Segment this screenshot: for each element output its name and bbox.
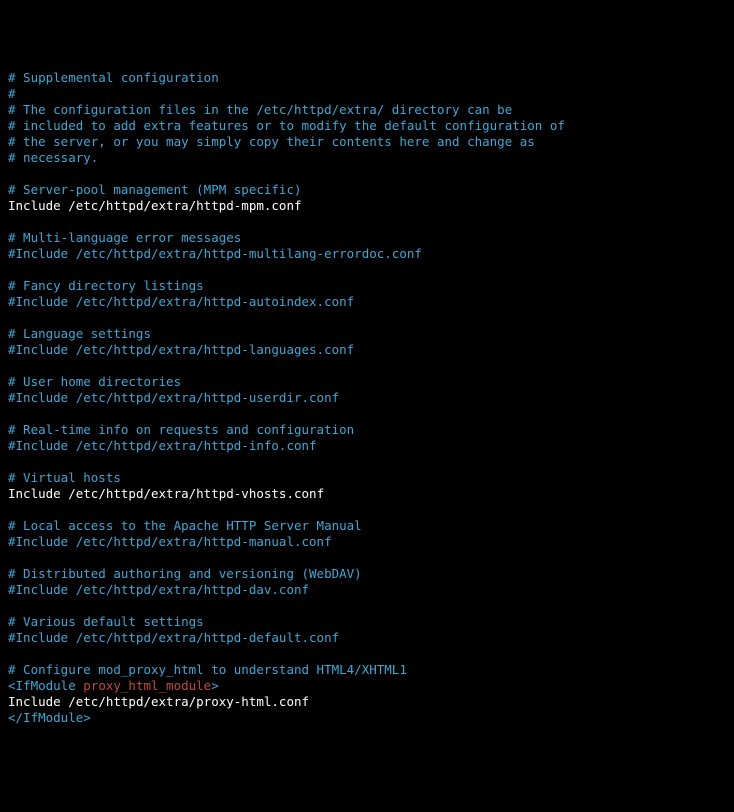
code-line: [8, 406, 726, 422]
code-line: Include /etc/httpd/extra/httpd-vhosts.co…: [8, 486, 726, 502]
code-segment: <IfModule: [8, 678, 83, 693]
code-segment: Include: [8, 198, 68, 213]
code-segment: #Include /etc/httpd/extra/httpd-language…: [8, 342, 354, 357]
code-line: #Include /etc/httpd/extra/httpd-autoinde…: [8, 294, 726, 310]
code-segment: #Include /etc/httpd/extra/httpd-manual.c…: [8, 534, 332, 549]
code-segment: #Include /etc/httpd/extra/httpd-info.con…: [8, 438, 317, 453]
code-line: # Server-pool management (MPM specific): [8, 182, 726, 198]
code-line: [8, 262, 726, 278]
code-segment: Include: [8, 694, 68, 709]
code-segment: #Include /etc/httpd/extra/httpd-default.…: [8, 630, 339, 645]
code-segment: # Fancy directory listings: [8, 278, 204, 293]
code-line: # The configuration files in the /etc/ht…: [8, 102, 726, 118]
code-line: #Include /etc/httpd/extra/httpd-default.…: [8, 630, 726, 646]
code-line: # Supplemental configuration: [8, 70, 726, 86]
code-segment: # Server-pool management (MPM specific): [8, 182, 302, 197]
code-segment: #: [8, 86, 16, 101]
code-line: [8, 166, 726, 182]
code-segment: #Include /etc/httpd/extra/httpd-multilan…: [8, 246, 422, 261]
code-segment: /etc/httpd/extra/proxy-html.conf: [68, 694, 309, 709]
code-segment: # necessary.: [8, 150, 98, 165]
code-line: # Various default settings: [8, 614, 726, 630]
code-segment: # Language settings: [8, 326, 151, 341]
code-segment: # Configure mod_proxy_html to understand…: [8, 662, 407, 677]
code-line: # Language settings: [8, 326, 726, 342]
code-line: #Include /etc/httpd/extra/httpd-userdir.…: [8, 390, 726, 406]
code-line: [8, 598, 726, 614]
code-line: # Local access to the Apache HTTP Server…: [8, 518, 726, 534]
code-segment: #Include /etc/httpd/extra/httpd-autoinde…: [8, 294, 354, 309]
code-line: # Configure mod_proxy_html to understand…: [8, 662, 726, 678]
code-line: #: [8, 86, 726, 102]
code-segment: >: [211, 678, 219, 693]
code-line: [8, 454, 726, 470]
code-segment: # Virtual hosts: [8, 470, 121, 485]
code-line: #Include /etc/httpd/extra/httpd-dav.conf: [8, 582, 726, 598]
code-line: # Multi-language error messages: [8, 230, 726, 246]
code-line: # the server, or you may simply copy the…: [8, 134, 726, 150]
code-line: # Distributed authoring and versioning (…: [8, 566, 726, 582]
code-segment: Include: [8, 486, 68, 501]
code-line: #Include /etc/httpd/extra/httpd-info.con…: [8, 438, 726, 454]
code-segment: # The configuration files in the /etc/ht…: [8, 102, 512, 117]
code-segment: #Include /etc/httpd/extra/httpd-dav.conf: [8, 582, 309, 597]
code-line: # User home directories: [8, 374, 726, 390]
code-line: # included to add extra features or to m…: [8, 118, 726, 134]
code-line: # Real-time info on requests and configu…: [8, 422, 726, 438]
code-segment: # Real-time info on requests and configu…: [8, 422, 354, 437]
code-segment: # included to add extra features or to m…: [8, 118, 565, 133]
code-line: </IfModule>: [8, 710, 726, 726]
code-segment: # Distributed authoring and versioning (…: [8, 566, 362, 581]
code-line: <IfModule proxy_html_module>: [8, 678, 726, 694]
code-line: [8, 214, 726, 230]
code-line: [8, 550, 726, 566]
code-line: #Include /etc/httpd/extra/httpd-multilan…: [8, 246, 726, 262]
code-line: # necessary.: [8, 150, 726, 166]
code-segment: # Various default settings: [8, 614, 204, 629]
code-line: [8, 646, 726, 662]
code-segment: /etc/httpd/extra/httpd-vhosts.conf: [68, 486, 324, 501]
code-line: [8, 310, 726, 326]
config-file-view: # Supplemental configuration## The confi…: [8, 70, 726, 726]
code-segment: /etc/httpd/extra/httpd-mpm.conf: [68, 198, 301, 213]
code-line: # Fancy directory listings: [8, 278, 726, 294]
code-line: [8, 358, 726, 374]
code-line: Include /etc/httpd/extra/httpd-mpm.conf: [8, 198, 726, 214]
code-line: #Include /etc/httpd/extra/httpd-manual.c…: [8, 534, 726, 550]
code-line: [8, 502, 726, 518]
code-segment: # User home directories: [8, 374, 181, 389]
code-line: # Virtual hosts: [8, 470, 726, 486]
code-segment: </IfModule>: [8, 710, 91, 725]
code-segment: # the server, or you may simply copy the…: [8, 134, 535, 149]
code-line: #Include /etc/httpd/extra/httpd-language…: [8, 342, 726, 358]
code-segment: # Local access to the Apache HTTP Server…: [8, 518, 362, 533]
code-segment: # Supplemental configuration: [8, 70, 219, 85]
code-segment: # Multi-language error messages: [8, 230, 241, 245]
code-segment: proxy_html_module: [83, 678, 211, 693]
code-line: Include /etc/httpd/extra/proxy-html.conf: [8, 694, 726, 710]
code-segment: #Include /etc/httpd/extra/httpd-userdir.…: [8, 390, 339, 405]
